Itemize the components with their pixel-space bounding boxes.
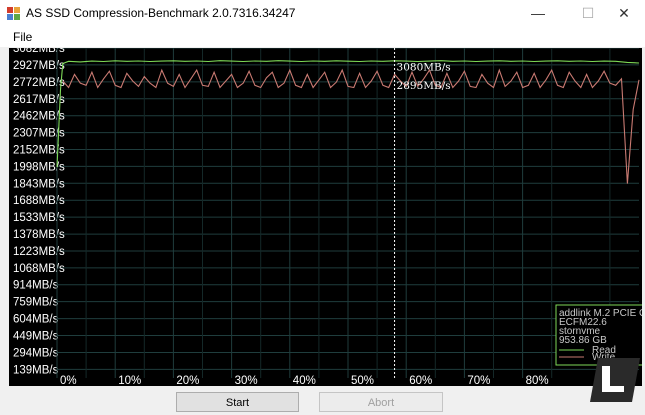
x-tick-label: 40% <box>293 375 316 386</box>
x-tick-label: 10% <box>118 375 141 386</box>
x-tick-label: 30% <box>235 375 258 386</box>
start-button[interactable]: Start <box>176 392 299 412</box>
window-title: AS SSD Compression-Benchmark 2.0.7316.34… <box>26 6 296 20</box>
x-tick-label: 50% <box>351 375 374 386</box>
x-tick-label: 60% <box>409 375 432 386</box>
x-tick-label: 0% <box>60 375 77 386</box>
y-tick-label: 449MB/s <box>13 331 59 343</box>
menu-file[interactable]: File <box>13 30 32 44</box>
watermark-logo <box>590 358 640 402</box>
y-tick-label: 294MB/s <box>13 347 59 359</box>
x-tick-label: 20% <box>176 375 199 386</box>
cursor-read-label: 3080MB/s <box>397 61 451 73</box>
chart-svg: 3082MB/s2927MB/s2772MB/s2617MB/s2462MB/s… <box>13 43 645 387</box>
x-tick-label: 80% <box>526 375 549 386</box>
close-button[interactable]: ✕ <box>603 0 645 28</box>
cursor-write-label: 2895MB/s <box>397 80 451 92</box>
minimize-button[interactable]: — <box>517 0 559 28</box>
y-tick-label: 139MB/s <box>13 364 59 376</box>
app-icon <box>7 7 20 20</box>
y-tick-label: 759MB/s <box>13 297 59 309</box>
menu-bar: File <box>0 28 645 47</box>
y-tick-label: 604MB/s <box>13 314 59 326</box>
x-tick-label: 70% <box>467 375 490 386</box>
y-tick-label: 914MB/s <box>13 280 59 292</box>
benchmark-chart: 3082MB/s 2927MB/s 2772MB/s 2617MB/s 2462MB/s… <box>9 43 645 387</box>
abort-button[interactable]: Abort <box>319 392 443 412</box>
title-bar: AS SSD Compression-Benchmark 2.0.7316.34… <box>0 0 645 28</box>
